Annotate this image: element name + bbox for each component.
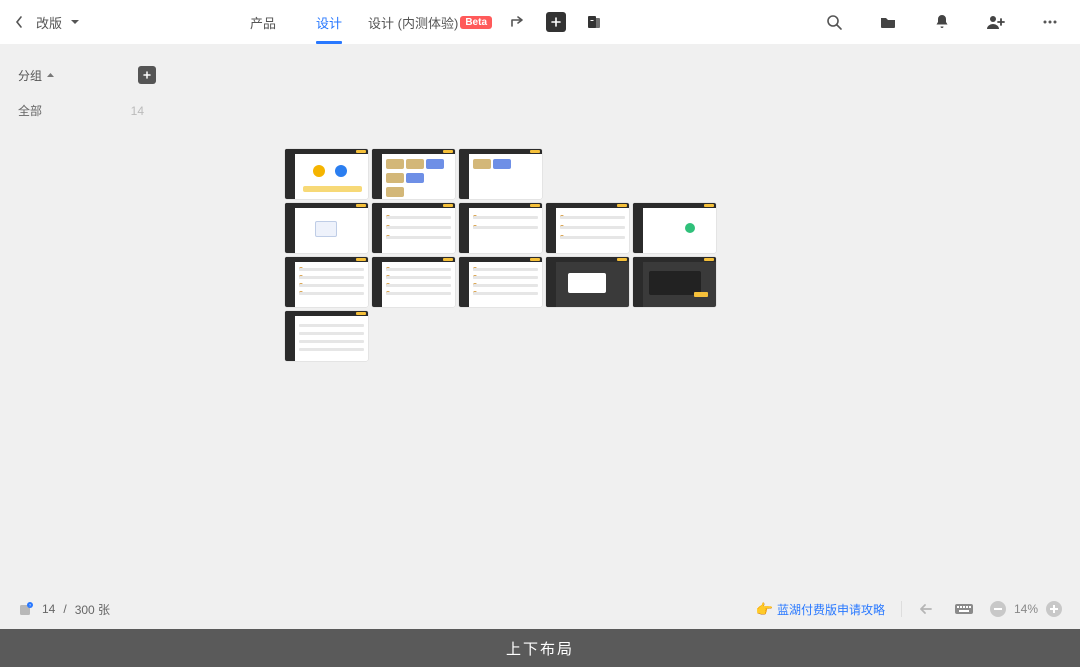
design-thumbnail[interactable]	[459, 149, 542, 199]
project-switcher: 改版	[10, 13, 82, 32]
project-name[interactable]: 改版	[36, 13, 62, 32]
caption-text: 上下布局	[506, 638, 574, 659]
top-bar: 改版 产品 设计 设计 (内测体验) Beta	[0, 0, 1080, 44]
flow-icon	[509, 13, 527, 31]
tab-product[interactable]: 产品	[232, 0, 294, 44]
add-user-icon	[986, 13, 1006, 31]
sidebar-item-label: 全部	[18, 102, 42, 119]
design-thumbnail[interactable]	[546, 257, 629, 307]
divider	[901, 601, 902, 617]
search-button[interactable]	[818, 6, 850, 38]
design-thumbnail[interactable]	[633, 203, 716, 253]
beta-badge: Beta	[460, 16, 492, 29]
project-dropdown[interactable]	[68, 15, 82, 29]
design-thumbnail[interactable]	[546, 203, 629, 253]
undo-icon	[919, 602, 937, 616]
counter-icon: ?	[18, 601, 34, 617]
thumbnail-grid	[285, 149, 716, 361]
design-thumbnail[interactable]	[372, 203, 455, 253]
cards-button[interactable]	[578, 6, 610, 38]
keyboard-button[interactable]	[954, 599, 974, 619]
count-total: 300 张	[75, 601, 110, 618]
sidebar-item-count: 14	[131, 104, 156, 118]
caret-up-icon	[46, 72, 55, 79]
flow-button[interactable]	[502, 6, 534, 38]
sidebar-group-header: 分组	[18, 66, 156, 84]
promo-link[interactable]: 👉 蓝湖付费版申请攻略	[756, 601, 885, 618]
zoom-out-button[interactable]	[990, 601, 1006, 617]
search-icon	[825, 13, 843, 31]
chevron-left-icon	[14, 15, 24, 29]
plus-icon	[142, 70, 152, 80]
design-thumbnail[interactable]	[633, 257, 716, 307]
design-thumbnail[interactable]	[285, 149, 368, 199]
tab-design-beta-label: 设计 (内测体验)	[368, 13, 458, 32]
status-bar: ? 14 / 300 张 👉 蓝湖付费版申请攻略 14%	[0, 589, 1080, 629]
folder-button[interactable]	[872, 6, 904, 38]
plus-box-icon	[546, 12, 566, 32]
zoom-level[interactable]: 14%	[1014, 602, 1038, 616]
sidebar-item-all[interactable]: 全部 14	[18, 102, 156, 119]
keyboard-icon	[954, 602, 974, 616]
pointing-hand-icon: 👉	[756, 601, 773, 618]
zoom-in-button[interactable]	[1046, 601, 1062, 617]
design-thumbnail[interactable]	[372, 257, 455, 307]
tab-design[interactable]: 设计	[298, 0, 360, 44]
main-tabs: 产品 设计 设计 (内测体验) Beta	[232, 0, 610, 44]
invite-button[interactable]	[980, 6, 1012, 38]
count-sep: /	[63, 602, 66, 616]
undo-button[interactable]	[918, 599, 938, 619]
sidebar: 分组 全部 14	[0, 44, 170, 589]
bell-icon	[933, 13, 951, 31]
design-thumbnail[interactable]	[459, 257, 542, 307]
design-thumbnail[interactable]	[372, 149, 455, 199]
plus-icon	[1050, 605, 1058, 613]
group-header-label: 分组	[18, 67, 42, 84]
tab-design-beta[interactable]: 设计 (内测体验) Beta	[364, 13, 496, 32]
promo-text: 蓝湖付费版申请攻略	[777, 601, 885, 618]
design-thumbnail[interactable]	[285, 257, 368, 307]
add-button[interactable]	[540, 6, 572, 38]
notifications-button[interactable]	[926, 6, 958, 38]
add-group-button[interactable]	[138, 66, 156, 84]
page-counter: ? 14 / 300 张	[18, 601, 110, 618]
cards-icon	[585, 13, 603, 31]
top-bar-right	[816, 6, 1066, 38]
more-button[interactable]	[1034, 6, 1066, 38]
tab-design-label: 设计	[316, 13, 342, 32]
minus-icon	[994, 608, 1002, 610]
design-thumbnail[interactable]	[285, 203, 368, 253]
caption-bar: 上下布局	[0, 629, 1080, 667]
group-toggle[interactable]: 分组	[18, 67, 55, 84]
folder-icon	[879, 13, 897, 31]
dots-icon	[1041, 13, 1059, 31]
zoom-controls: 14%	[990, 601, 1062, 617]
count-current: 14	[42, 602, 55, 616]
status-bar-right: 👉 蓝湖付费版申请攻略 14%	[756, 599, 1062, 619]
caret-down-icon	[70, 18, 80, 26]
tab-product-label: 产品	[250, 13, 276, 32]
design-thumbnail[interactable]	[285, 311, 368, 361]
design-thumbnail[interactable]	[459, 203, 542, 253]
back-button[interactable]	[10, 13, 28, 31]
